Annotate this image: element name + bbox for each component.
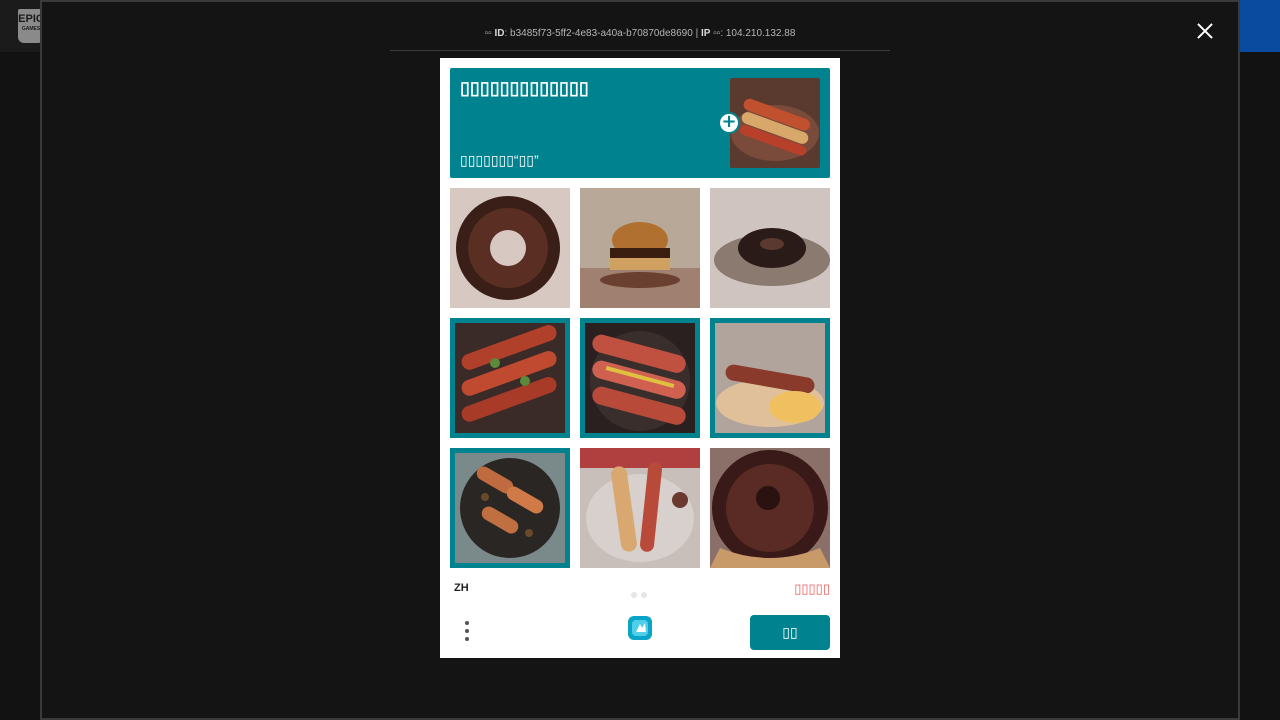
page-dot	[641, 592, 647, 598]
prompt-subtitle: ▯▯▯▯▯▯▯“▯▯”	[460, 152, 539, 168]
hcaptcha-logo	[624, 612, 656, 644]
grid-tile-hotdogs-herbs[interactable]	[450, 318, 570, 438]
captcha-footer: ZH ▯▯▯▯▯	[440, 578, 840, 598]
error-message: ▯▯▯▯▯	[794, 581, 830, 596]
grid-tile-hotdogs-mustard[interactable]	[580, 318, 700, 438]
grid-tile-donut[interactable]	[450, 188, 570, 308]
image-grid	[450, 188, 830, 568]
id-label: ID	[494, 28, 505, 39]
grid-tile-burger[interactable]	[580, 188, 700, 308]
grid-tile-donut-closeup[interactable]	[710, 448, 830, 568]
grid-tile-hotdogs-platter[interactable]	[450, 448, 570, 568]
hcaptcha-challenge: ▯▯▯▯▯▯▯▯▯▯▯▯▯ ▯▯▯▯▯▯▯“▯▯” + ZH ▯▯▯▯▯ ▯▯	[440, 58, 840, 658]
session-meta: ▫▫ ID: b3485f73-5ff2-4e83-a40a-b70870de8…	[484, 28, 796, 39]
ip-prefix: ▫▫	[713, 28, 721, 39]
page-indicator	[631, 585, 651, 603]
session-id: b3485f73-5ff2-4e83-a40a-b70870de8690	[510, 28, 693, 39]
plus-icon[interactable]: +	[718, 112, 740, 134]
ip-label: IP	[700, 28, 711, 39]
language-selector[interactable]: ZH	[454, 582, 469, 594]
meta-separator: |	[695, 28, 699, 39]
example-image	[730, 78, 820, 168]
prompt-title: ▯▯▯▯▯▯▯▯▯▯▯▯▯	[460, 78, 589, 98]
grid-tile-donut-plate[interactable]	[710, 188, 830, 308]
close-icon[interactable]	[1194, 20, 1216, 42]
background-button	[1238, 0, 1280, 52]
ip-address: 104.210.132.88	[725, 28, 796, 39]
challenge-prompt: ▯▯▯▯▯▯▯▯▯▯▯▯▯ ▯▯▯▯▯▯▯“▯▯” +	[450, 68, 830, 178]
captcha-modal: ▫▫ ID: b3485f73-5ff2-4e83-a40a-b70870de8…	[40, 0, 1240, 720]
check-button[interactable]: ▯▯	[750, 615, 830, 650]
id-prefix: ▫▫	[484, 28, 492, 39]
grid-tile-hotdogs-tray[interactable]	[580, 448, 700, 568]
divider	[390, 50, 890, 51]
grid-tile-sausage-bun[interactable]	[710, 318, 830, 438]
page-dot	[631, 592, 637, 598]
menu-dots-icon[interactable]	[462, 618, 472, 644]
